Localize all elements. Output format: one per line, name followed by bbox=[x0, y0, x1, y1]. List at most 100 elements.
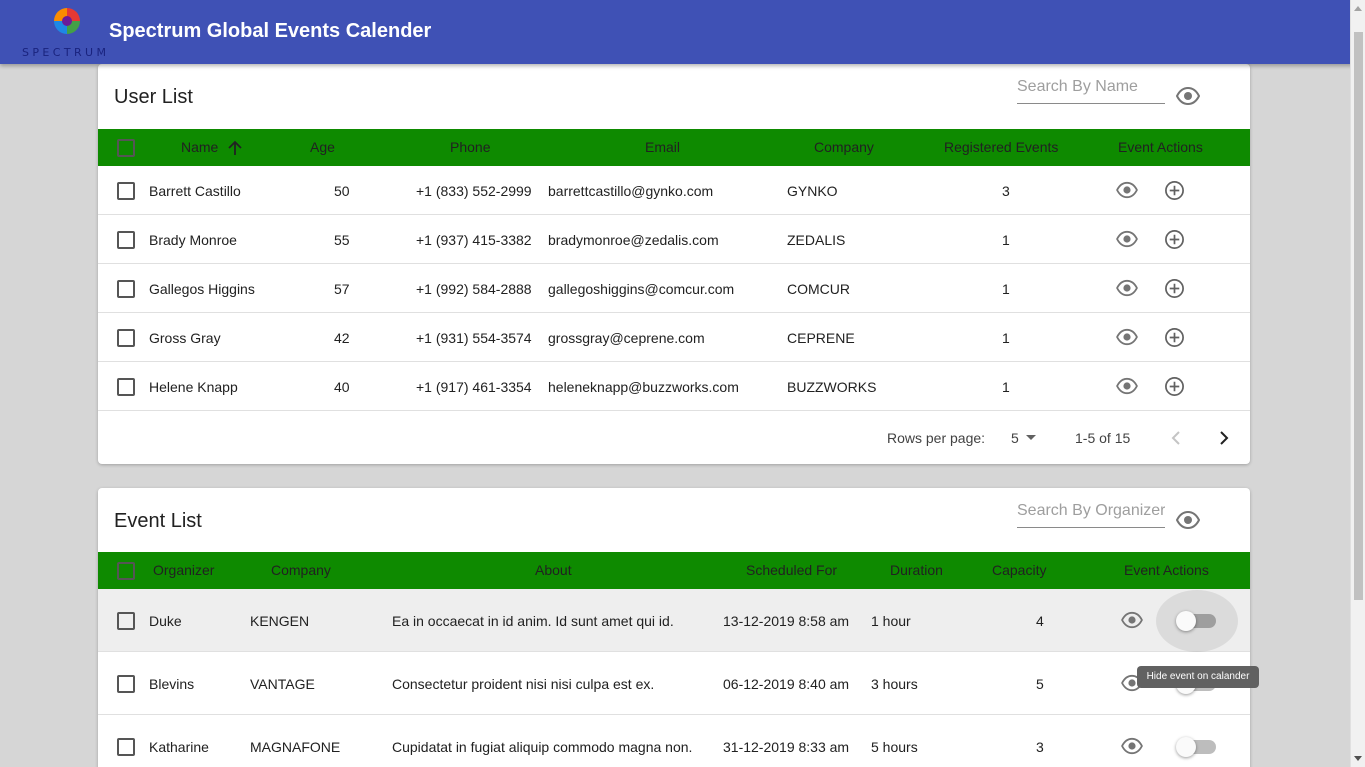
event-scheduled-for: 06-12-2019 8:40 am bbox=[723, 676, 850, 692]
user-age: 42 bbox=[334, 330, 350, 346]
event-company: VANTAGE bbox=[250, 676, 315, 692]
rows-per-page-label: Rows per page: bbox=[887, 430, 986, 446]
row-checkbox[interactable] bbox=[117, 329, 135, 347]
add-circle-icon[interactable] bbox=[1164, 376, 1185, 397]
eye-icon[interactable] bbox=[1176, 510, 1200, 530]
user-name: Gallegos Higgins bbox=[149, 281, 255, 297]
table-row[interactable]: Brady Monroe 55 +1 (937) 415-3382 bradym… bbox=[98, 215, 1250, 264]
hide-event-toggle[interactable] bbox=[1176, 611, 1216, 631]
event-duration: 3 hours bbox=[871, 676, 918, 692]
table-row[interactable]: Helene Knapp 40 +1 (917) 461-3354 helene… bbox=[98, 362, 1250, 411]
select-all-events-checkbox[interactable] bbox=[117, 562, 135, 580]
user-list-title: User List bbox=[114, 86, 193, 108]
user-phone: +1 (931) 554-3574 bbox=[416, 330, 532, 346]
eye-icon[interactable] bbox=[1115, 230, 1139, 248]
row-checkbox[interactable] bbox=[117, 378, 135, 396]
user-email: bradymonroe@zedalis.com bbox=[548, 232, 719, 248]
column-header-age[interactable]: Age bbox=[310, 129, 335, 166]
spectrum-logo: SPECTRUM bbox=[22, 4, 112, 60]
add-circle-icon[interactable] bbox=[1164, 327, 1185, 348]
scroll-up-arrow-icon[interactable] bbox=[1354, 6, 1362, 11]
event-scheduled-for: 31-12-2019 8:33 am bbox=[723, 739, 850, 755]
chevron-left-icon[interactable] bbox=[1170, 430, 1182, 446]
event-about: Consectetur proident nisi nisi culpa est… bbox=[392, 676, 655, 692]
column-header-name[interactable]: Name bbox=[181, 129, 218, 166]
table-row[interactable]: Duke KENGEN Ea in occaecat in id anim. I… bbox=[98, 589, 1250, 652]
search-by-name-input[interactable] bbox=[1017, 74, 1165, 104]
row-checkbox[interactable] bbox=[117, 182, 135, 200]
user-phone: +1 (937) 415-3382 bbox=[416, 232, 532, 248]
user-age: 50 bbox=[334, 183, 350, 199]
eye-icon[interactable] bbox=[1176, 86, 1200, 106]
event-capacity: 4 bbox=[1036, 613, 1044, 629]
user-phone: +1 (917) 461-3354 bbox=[416, 379, 532, 395]
hide-event-tooltip: Hide event on calander bbox=[1137, 666, 1259, 688]
column-header-duration[interactable]: Duration bbox=[890, 552, 943, 589]
column-header-capacity[interactable]: Capacity bbox=[992, 552, 1046, 589]
select-all-users-checkbox[interactable] bbox=[117, 139, 135, 157]
user-phone: +1 (833) 552-2999 bbox=[416, 183, 532, 199]
add-circle-icon[interactable] bbox=[1164, 229, 1185, 250]
row-checkbox[interactable] bbox=[117, 675, 135, 693]
eye-icon[interactable] bbox=[1115, 181, 1139, 199]
app-bar: SPECTRUM Spectrum Global Events Calender bbox=[0, 0, 1365, 64]
event-organizer: Duke bbox=[149, 613, 182, 629]
add-circle-icon[interactable] bbox=[1164, 180, 1185, 201]
event-list-card: Event List Organizer Company About Sched… bbox=[98, 488, 1250, 767]
search-by-organizer-input[interactable] bbox=[1017, 498, 1165, 528]
row-checkbox[interactable] bbox=[117, 280, 135, 298]
eye-icon[interactable] bbox=[1120, 737, 1144, 755]
user-table-header: Name Age Phone Email Company Registered … bbox=[98, 129, 1250, 166]
rows-per-page-select[interactable]: 5 bbox=[1011, 430, 1019, 446]
column-header-registered-events[interactable]: Registered Events bbox=[944, 129, 1058, 166]
column-header-event-actions: Event Actions bbox=[1124, 562, 1209, 578]
scroll-down-arrow-icon[interactable] bbox=[1354, 756, 1362, 761]
column-header-organizer[interactable]: Organizer bbox=[153, 552, 214, 589]
eye-icon[interactable] bbox=[1115, 377, 1139, 395]
table-row[interactable]: Gross Gray 42 +1 (931) 554-3574 grossgra… bbox=[98, 313, 1250, 362]
event-company: KENGEN bbox=[250, 613, 310, 629]
page-scrollbar[interactable] bbox=[1350, 0, 1365, 767]
user-email: barrettcastillo@gynko.com bbox=[548, 183, 714, 199]
event-capacity: 3 bbox=[1036, 739, 1044, 755]
arrow-up-icon[interactable] bbox=[227, 140, 243, 156]
column-header-about[interactable]: About bbox=[535, 552, 572, 589]
chevron-right-icon[interactable] bbox=[1218, 430, 1230, 446]
event-about: Ea in occaecat in id anim. Id sunt amet … bbox=[392, 613, 674, 629]
toggle-knob bbox=[1176, 611, 1196, 631]
user-company: ZEDALIS bbox=[787, 232, 846, 248]
eye-icon[interactable] bbox=[1120, 611, 1144, 629]
column-header-email[interactable]: Email bbox=[645, 129, 680, 166]
user-registered-events: 1 bbox=[1002, 379, 1010, 395]
row-checkbox[interactable] bbox=[117, 612, 135, 630]
column-header-phone[interactable]: Phone bbox=[450, 129, 490, 166]
scrollbar-thumb[interactable] bbox=[1354, 32, 1363, 600]
add-circle-icon[interactable] bbox=[1164, 278, 1185, 299]
table-row[interactable]: Gallegos Higgins 57 +1 (992) 584-2888 ga… bbox=[98, 264, 1250, 313]
event-duration: 5 hours bbox=[871, 739, 918, 755]
user-registered-events: 1 bbox=[1002, 330, 1010, 346]
user-company: GYNKO bbox=[787, 183, 838, 199]
user-name: Gross Gray bbox=[149, 330, 221, 346]
user-name: Brady Monroe bbox=[149, 232, 237, 248]
table-row[interactable]: Katharine MAGNAFONE Cupidatat in fugiat … bbox=[98, 715, 1250, 767]
caret-down-icon[interactable] bbox=[1026, 435, 1036, 441]
column-header-company[interactable]: Company bbox=[814, 129, 874, 166]
pagination-range: 1-5 of 15 bbox=[1075, 430, 1131, 446]
user-company: CEPRENE bbox=[787, 330, 855, 346]
user-name: Barrett Castillo bbox=[149, 183, 241, 199]
column-header-scheduled-for[interactable]: Scheduled For bbox=[746, 552, 837, 589]
column-header-company[interactable]: Company bbox=[271, 552, 331, 589]
event-organizer: Blevins bbox=[149, 676, 195, 692]
row-checkbox[interactable] bbox=[117, 738, 135, 756]
user-registered-events: 3 bbox=[1002, 183, 1010, 199]
user-registered-events: 1 bbox=[1002, 281, 1010, 297]
row-checkbox[interactable] bbox=[117, 231, 135, 249]
hide-event-toggle[interactable] bbox=[1176, 737, 1216, 757]
app-title: Spectrum Global Events Calender bbox=[109, 20, 432, 42]
user-age: 40 bbox=[334, 379, 350, 395]
table-row[interactable]: Blevins VANTAGE Consectetur proident nis… bbox=[98, 652, 1250, 715]
eye-icon[interactable] bbox=[1115, 279, 1139, 297]
eye-icon[interactable] bbox=[1115, 328, 1139, 346]
table-row[interactable]: Barrett Castillo 50 +1 (833) 552-2999 ba… bbox=[98, 166, 1250, 215]
